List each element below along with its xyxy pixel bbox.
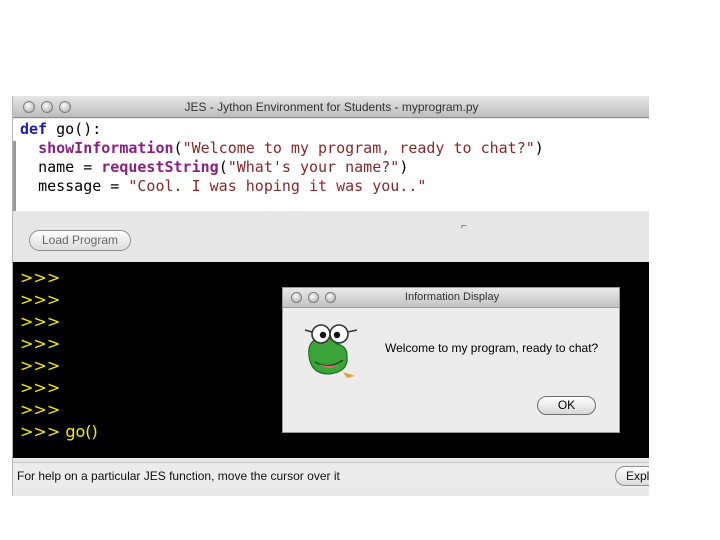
console-prompt: >>> <box>20 400 61 419</box>
function-name: showInformation <box>38 139 174 157</box>
dialog-title: Information Display <box>404 291 500 303</box>
help-text: For help on a particular JES function, m… <box>17 469 340 483</box>
window-title: JES - Jython Environment for Students - … <box>184 100 479 114</box>
code-string: "Welcome to my program, ready to chat?" <box>182 139 535 157</box>
code-editor[interactable]: def go(): showInformation("Welcome to my… <box>13 119 649 211</box>
console-prompt: >>> <box>20 422 61 441</box>
code-string: "Cool. I was hoping it was you.." <box>128 177 427 195</box>
code-line-2: showInformation("Welcome to my program, … <box>20 139 544 157</box>
console-prompt: >>> <box>20 268 61 287</box>
text-cursor-icon: ⌐ <box>461 221 467 232</box>
jes-mascot-icon <box>304 324 358 378</box>
explain-button[interactable]: Expl <box>615 466 649 486</box>
code-text: message = <box>38 177 129 195</box>
code-line-3: name = requestString("What's your name?"… <box>20 158 408 176</box>
code-paren: ) <box>534 139 544 157</box>
editor-gutter <box>13 141 16 211</box>
console-prompt: >>> <box>20 290 61 309</box>
load-program-button[interactable]: Load Program <box>29 230 131 251</box>
window-titlebar[interactable]: JES - Jython Environment for Students - … <box>13 96 649 118</box>
console-prompt: >>> <box>20 378 61 397</box>
console-prompt: >>> <box>20 356 61 375</box>
code-line-1: def go(): <box>20 120 101 138</box>
status-bar: For help on a particular JES function, m… <box>13 462 649 488</box>
ok-button[interactable]: OK <box>537 396 596 415</box>
code-string: "What's your name?" <box>227 158 400 176</box>
command-toolbar: Load Program ⌐ <box>13 213 649 261</box>
dialog-message: Welcome to my program, ready to chat? <box>385 341 599 355</box>
function-name: requestString <box>101 158 219 176</box>
code-text: name = <box>38 158 102 176</box>
code-paren: ( <box>218 158 228 176</box>
code-paren: ( <box>173 139 183 157</box>
dialog-titlebar[interactable]: Information Display <box>283 288 619 308</box>
code-paren: ) <box>399 158 409 176</box>
console-prompt: >>> <box>20 312 61 331</box>
console-command: go() <box>65 422 98 441</box>
code-line-4: message = "Cool. I was hoping it was you… <box>20 177 426 195</box>
console-last-line: >>> go() <box>20 422 98 441</box>
information-dialog: Information Display Welcome to my progra… <box>282 287 620 433</box>
code-text: go(): <box>47 120 102 138</box>
console-prompt: >>> <box>20 334 61 353</box>
keyword-def: def <box>20 120 48 138</box>
